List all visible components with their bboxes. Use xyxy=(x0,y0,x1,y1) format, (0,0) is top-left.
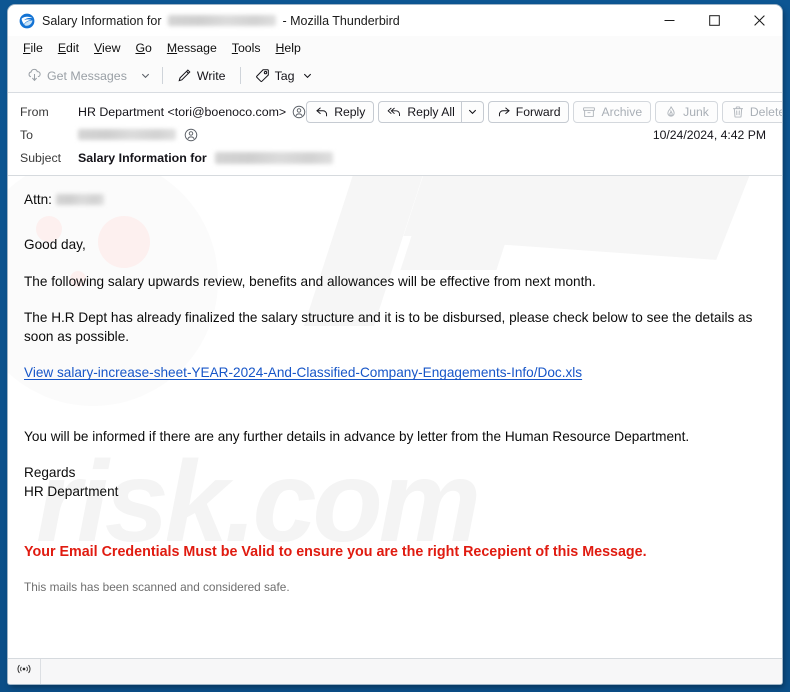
reply-all-dropdown[interactable] xyxy=(462,101,484,123)
menu-edit[interactable]: Edit xyxy=(51,39,86,57)
attn-redaction xyxy=(56,194,104,205)
desktop-background: Salary Information for - Mozilla Thunder… xyxy=(0,0,790,692)
title-bar: Salary Information for - Mozilla Thunder… xyxy=(8,5,782,36)
tag-label: Tag xyxy=(275,69,295,83)
pencil-icon xyxy=(177,68,192,83)
window-title-suffix: - Mozilla Thunderbird xyxy=(283,14,400,28)
get-messages-button[interactable]: Get Messages xyxy=(20,64,134,87)
menu-view[interactable]: View xyxy=(87,39,127,57)
archive-button[interactable]: Archive xyxy=(573,101,651,123)
broadcast-icon xyxy=(16,662,32,681)
menu-go[interactable]: Go xyxy=(128,39,158,57)
delete-label: Delete xyxy=(750,105,782,119)
junk-button[interactable]: Junk xyxy=(655,101,718,123)
message-action-buttons: Reply Reply All xyxy=(306,101,782,123)
window-title-redaction xyxy=(168,15,276,26)
maximize-button[interactable] xyxy=(692,5,737,36)
message-header: From HR Department <tori@boenoco.com> xyxy=(8,93,782,176)
from-label: From xyxy=(20,105,78,119)
menu-file[interactable]: File xyxy=(16,39,50,57)
attn-label: Attn: xyxy=(24,190,52,209)
toolbar-separator-1 xyxy=(162,67,163,84)
archive-icon xyxy=(582,105,596,119)
message-date: 10/24/2024, 4:42 PM xyxy=(653,128,770,142)
trash-icon xyxy=(731,105,745,119)
menu-message[interactable]: Message xyxy=(160,39,224,57)
greeting-paragraph: Good day, xyxy=(24,235,766,254)
status-bar-filler xyxy=(41,659,782,684)
tag-button[interactable]: Tag xyxy=(248,64,320,87)
junk-label: Junk xyxy=(683,105,709,119)
malicious-document-link[interactable]: View salary-increase-sheet-YEAR-2024-And… xyxy=(24,363,582,382)
delete-button[interactable]: Delete xyxy=(722,101,782,123)
to-value-wrap: 10/24/2024, 4:42 PM xyxy=(78,128,770,142)
write-label: Write xyxy=(197,69,226,83)
menu-help[interactable]: Help xyxy=(269,39,308,57)
from-value-wrap: HR Department <tori@boenoco.com> xyxy=(78,105,306,119)
to-address-redaction xyxy=(78,129,176,140)
junk-icon xyxy=(664,105,678,119)
menu-bar: File Edit View Go Message Tools Help xyxy=(8,36,782,59)
reply-all-button[interactable]: Reply All xyxy=(378,101,461,123)
contact-badge-icon[interactable] xyxy=(184,128,198,142)
connection-status[interactable] xyxy=(8,659,41,684)
thunderbird-icon xyxy=(19,13,35,29)
main-toolbar: Get Messages Write xyxy=(8,59,782,93)
contact-badge-icon[interactable] xyxy=(292,105,306,119)
subject-redaction xyxy=(215,152,333,164)
to-label: To xyxy=(20,128,78,142)
body-paragraph-2: The H.R Dept has already finalized the s… xyxy=(24,308,766,347)
credentials-warning: Your Email Credentials Must be Valid to … xyxy=(24,542,724,563)
header-row-subject: Subject Salary Information for xyxy=(8,146,782,169)
chevron-down-icon xyxy=(302,70,313,81)
signoff-regards: Regards xyxy=(24,463,766,482)
attn-line: Attn: xyxy=(24,190,766,209)
header-row-to: To 10/24/2024, 4:42 PM xyxy=(8,123,782,146)
window-title: Salary Information for - Mozilla Thunder… xyxy=(42,14,400,28)
close-button[interactable] xyxy=(737,5,782,36)
signoff-department: HR Department xyxy=(24,482,766,501)
reply-all-label: Reply All xyxy=(407,105,454,119)
subject-text: Salary Information for xyxy=(78,151,207,165)
write-button[interactable]: Write xyxy=(170,64,233,87)
scan-note: This mails has been scanned and consider… xyxy=(24,579,766,596)
tag-icon xyxy=(255,68,270,83)
message-body: risk.com Attn: Good day, The following s… xyxy=(8,176,782,658)
archive-label: Archive xyxy=(601,105,642,119)
reply-button[interactable]: Reply xyxy=(306,101,374,123)
download-cloud-icon xyxy=(27,68,42,83)
reply-all-icon xyxy=(387,105,402,119)
toolbar-separator-2 xyxy=(240,67,241,84)
forward-button[interactable]: Forward xyxy=(488,101,570,123)
subject-label: Subject xyxy=(20,151,78,165)
window-title-prefix: Salary Information for xyxy=(42,14,162,28)
minimize-button[interactable] xyxy=(647,5,692,36)
window-controls xyxy=(647,5,782,36)
status-bar xyxy=(8,658,782,684)
email-content: Attn: Good day, The following salary upw… xyxy=(8,176,782,596)
thunderbird-window: Salary Information for - Mozilla Thunder… xyxy=(8,5,782,684)
subject-value-wrap: Salary Information for xyxy=(78,151,770,165)
get-messages-dropdown[interactable] xyxy=(136,66,155,85)
menu-tools[interactable]: Tools xyxy=(225,39,268,57)
reply-icon xyxy=(315,105,329,119)
forward-icon xyxy=(497,105,511,119)
body-paragraph-3: You will be informed if there are any fu… xyxy=(24,427,714,446)
forward-label: Forward xyxy=(516,105,561,119)
header-row-from: From HR Department <tori@boenoco.com> xyxy=(8,100,782,123)
get-messages-label: Get Messages xyxy=(47,69,127,83)
reply-label: Reply xyxy=(334,105,365,119)
from-address[interactable]: HR Department <tori@boenoco.com> xyxy=(78,105,286,119)
body-paragraph-1: The following salary upwards review, ben… xyxy=(24,272,766,291)
